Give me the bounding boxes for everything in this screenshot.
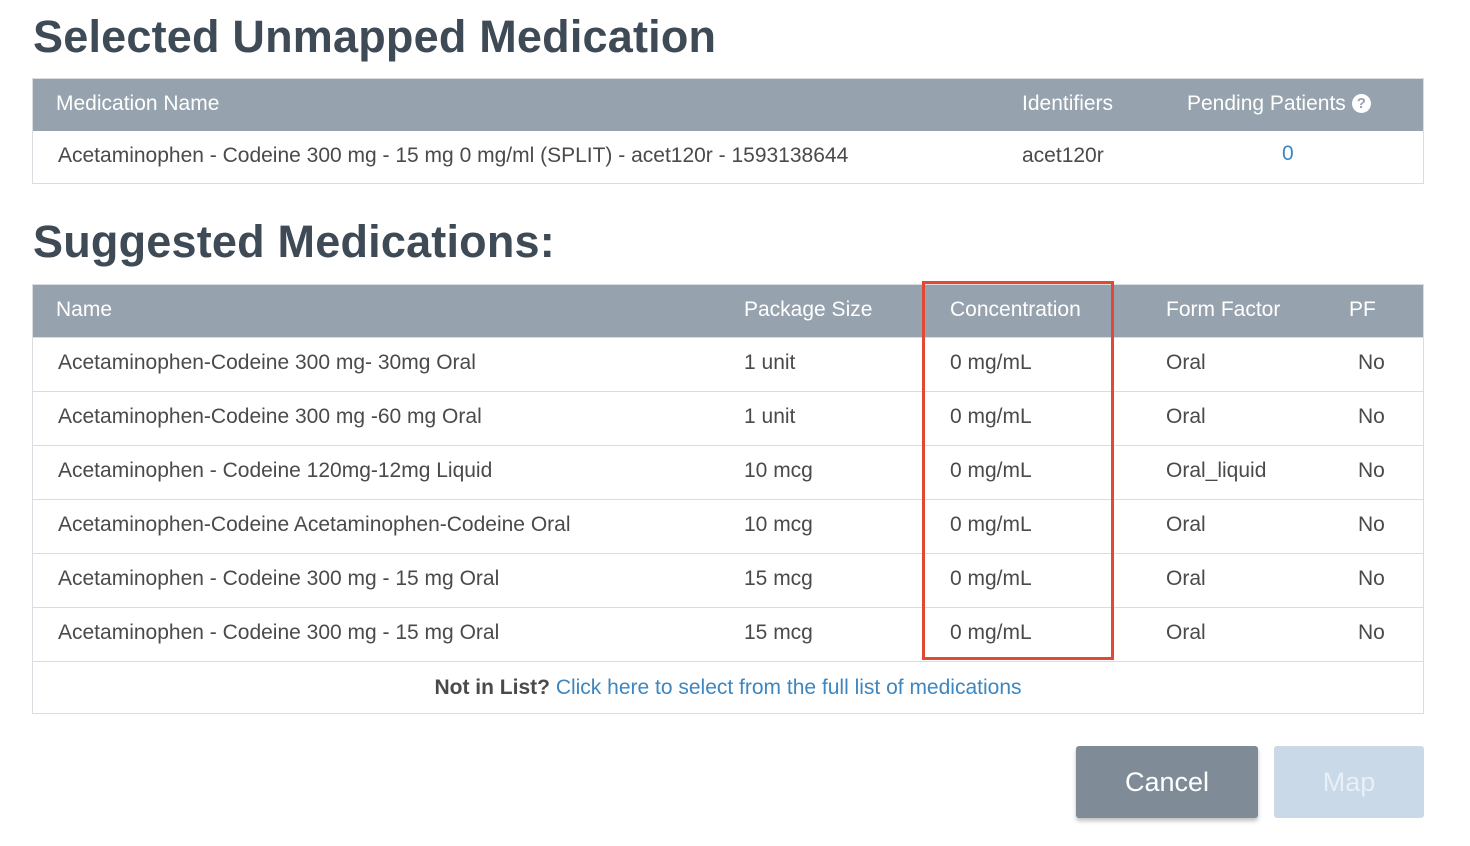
table-row[interactable]: Acetaminophen - Codeine 120mg-12mg Liqui… xyxy=(33,445,1423,499)
table-row[interactable]: Acetaminophen-Codeine 300 mg- 30mg Oral 1… xyxy=(33,337,1423,391)
table-row[interactable]: Acetaminophen-Codeine Acetaminophen-Code… xyxy=(33,499,1423,553)
selected-medication-table: Medication Name Identifiers Pending Pati… xyxy=(32,78,1424,184)
suggested-table-header: Name Package Size Concentration Form Fac… xyxy=(33,285,1423,337)
question-circle-icon[interactable]: ? xyxy=(1351,94,1371,113)
medication-mapping-page: Selected Unmapped Medication Medication … xyxy=(0,0,1470,846)
cell-form-factor: Oral xyxy=(1166,621,1206,644)
cell-pf: No xyxy=(1358,567,1385,590)
table-row[interactable]: Acetaminophen - Codeine 300 mg - 15 mg O… xyxy=(33,607,1423,661)
suggested-medications-table: Name Package Size Concentration Form Fac… xyxy=(32,284,1424,714)
cell-form-factor: Oral_liquid xyxy=(1166,459,1267,482)
cell-package-size: 1 unit xyxy=(744,351,796,374)
cell-form-factor: Oral xyxy=(1166,567,1206,590)
cell-package-size: 15 mcg xyxy=(744,567,813,590)
cancel-button[interactable]: Cancel xyxy=(1076,746,1258,818)
not-in-list-label: Not in List? xyxy=(434,676,550,699)
cell-form-factor: Oral xyxy=(1166,405,1206,428)
suggested-medications-title: Suggested Medications: xyxy=(33,216,555,267)
column-pending-patients: Pending Patients? xyxy=(1187,79,1371,131)
not-in-list-footer: Not in List? Click here to select from t… xyxy=(33,661,1423,715)
cell-name: Acetaminophen-Codeine 300 mg -60 mg Oral xyxy=(58,405,482,428)
table-row[interactable]: Acetaminophen - Codeine 300 mg - 15 mg 0… xyxy=(33,131,1423,185)
column-package-size: Package Size xyxy=(744,298,873,321)
selected-unmapped-title: Selected Unmapped Medication xyxy=(33,11,717,62)
cell-concentration: 0 mg/mL xyxy=(950,567,1032,590)
cell-form-factor: Oral xyxy=(1166,513,1206,536)
cell-concentration: 0 mg/mL xyxy=(950,513,1032,536)
cell-pf: No xyxy=(1358,405,1385,428)
full-list-link[interactable]: Click here to select from the full list … xyxy=(556,676,1022,699)
cell-pf: No xyxy=(1358,459,1385,482)
cell-medication-name: Acetaminophen - Codeine 300 mg - 15 mg 0… xyxy=(58,144,849,167)
column-identifiers: Identifiers xyxy=(1022,92,1114,115)
cell-concentration: 0 mg/mL xyxy=(950,405,1032,428)
cell-pf: No xyxy=(1358,513,1385,536)
cell-concentration: 0 mg/mL xyxy=(950,459,1032,482)
table-row[interactable]: Acetaminophen-Codeine 300 mg -60 mg Oral… xyxy=(33,391,1423,445)
cell-name: Acetaminophen-Codeine 300 mg- 30mg Oral xyxy=(58,351,476,374)
cell-name: Acetaminophen-Codeine Acetaminophen-Code… xyxy=(58,513,571,536)
column-name: Name xyxy=(56,298,113,321)
cell-concentration: 0 mg/mL xyxy=(950,351,1032,374)
cell-name: Acetaminophen - Codeine 300 mg - 15 mg O… xyxy=(58,567,500,590)
cell-pf: No xyxy=(1358,621,1385,644)
cell-name: Acetaminophen - Codeine 120mg-12mg Liqui… xyxy=(58,459,493,482)
cell-identifiers: acet120r xyxy=(1022,144,1104,167)
pending-patients-link[interactable]: 0 xyxy=(1282,131,1294,184)
column-concentration: Concentration xyxy=(950,298,1081,321)
column-form-factor: Form Factor xyxy=(1166,298,1281,321)
column-pending-patients-label: Pending Patients xyxy=(1187,92,1346,115)
cell-name: Acetaminophen - Codeine 300 mg - 15 mg O… xyxy=(58,621,500,644)
cell-form-factor: Oral xyxy=(1166,351,1206,374)
cell-package-size: 1 unit xyxy=(744,405,796,428)
column-medication-name: Medication Name xyxy=(56,92,220,115)
cell-concentration: 0 mg/mL xyxy=(950,621,1032,644)
cell-package-size: 10 mcg xyxy=(744,513,813,536)
map-button[interactable]: Map xyxy=(1274,746,1424,818)
cell-package-size: 10 mcg xyxy=(744,459,813,482)
column-pf: PF xyxy=(1349,298,1376,321)
cell-pf: No xyxy=(1358,351,1385,374)
cell-package-size: 15 mcg xyxy=(744,621,813,644)
selected-table-header: Medication Name Identifiers Pending Pati… xyxy=(33,79,1423,131)
table-row[interactable]: Acetaminophen - Codeine 300 mg - 15 mg O… xyxy=(33,553,1423,607)
